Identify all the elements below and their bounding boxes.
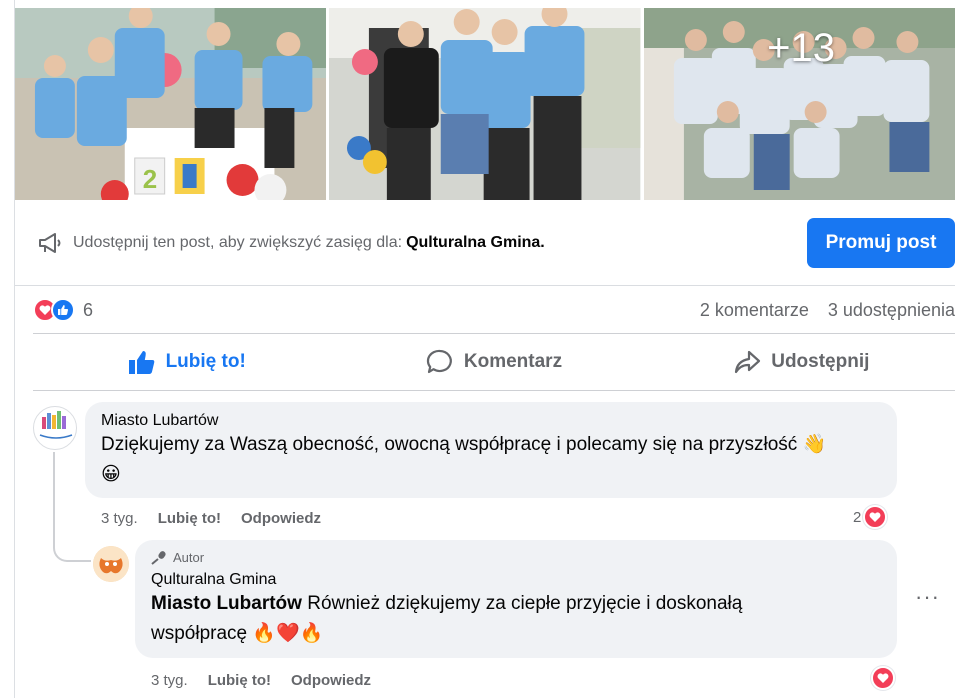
comment-reply-button[interactable]: Odpowiedz bbox=[291, 672, 371, 689]
post-photo-2[interactable] bbox=[329, 8, 641, 200]
megaphone-icon bbox=[39, 232, 61, 253]
svg-text:2: 2 bbox=[143, 164, 157, 194]
comment-text-line2: 😀 bbox=[101, 464, 121, 485]
share-label: Udostępnij bbox=[771, 351, 870, 372]
post-actions: Lubię to! Komentarz Udostępnij bbox=[33, 334, 955, 390]
like-label: Lubię to! bbox=[165, 351, 246, 372]
post-card: 2 +13 Udostępnij ten post, aby zwiększyć… bbox=[14, 0, 964, 698]
comment-meta: 3 tyg. Lubię to! Odpowiedz bbox=[101, 510, 321, 527]
promote-bar: Udostępnij ten post, aby zwiększyć zasię… bbox=[15, 200, 955, 286]
avatar-qulturalna-gmina[interactable] bbox=[93, 546, 129, 582]
comment-bubble: Miasto Lubartów Dziękujemy za Waszą obec… bbox=[85, 402, 897, 498]
reaction-stats: 6 2 komentarze 3 udostępnienia bbox=[33, 288, 955, 332]
promote-post-button[interactable]: Promuj post bbox=[807, 218, 955, 268]
more-options-button[interactable]: ··· bbox=[915, 584, 940, 610]
city-logo-icon bbox=[39, 411, 73, 439]
comment-text-line1: Również dziękujemy za ciepłe przyjęcie i… bbox=[301, 593, 743, 614]
comment-text: Miasto Lubartów Również dziękujemy za ci… bbox=[151, 589, 881, 649]
comment-text-line2: współpracę 🔥❤️🔥 bbox=[151, 623, 324, 644]
microphone-icon bbox=[151, 550, 166, 565]
comment-text: Dziękujemy za Waszą obecność, owocną wsp… bbox=[101, 430, 881, 490]
love-reaction-icon[interactable] bbox=[871, 666, 895, 690]
comments-count[interactable]: 2 komentarze bbox=[700, 300, 809, 320]
mention-link[interactable]: Miasto Lubartów bbox=[151, 593, 302, 614]
share-icon bbox=[735, 350, 761, 374]
shares-count[interactable]: 3 udostępnienia bbox=[828, 300, 955, 320]
avatar-miasto-lubartow[interactable] bbox=[33, 406, 77, 450]
comment-like-button[interactable]: Lubię to! bbox=[158, 510, 221, 527]
reaction-count[interactable]: 6 bbox=[83, 300, 93, 321]
comment-text-line1: Dziękujemy za Waszą obecność, owocną wsp… bbox=[101, 434, 827, 455]
comment-author[interactable]: Qulturalna Gmina bbox=[151, 571, 881, 589]
comment-meta: 3 tyg. Lubię to! Odpowiedz bbox=[151, 672, 371, 689]
share-button[interactable]: Udostępnij bbox=[648, 334, 955, 390]
thumbs-up-icon bbox=[128, 351, 154, 374]
comment-icon bbox=[426, 349, 452, 374]
promote-text: Udostępnij ten post, aby zwiększyć zasię… bbox=[73, 234, 545, 252]
more-photos-count[interactable]: +13 bbox=[767, 26, 835, 71]
author-badge: Autor bbox=[151, 550, 881, 565]
page-logo-icon bbox=[93, 546, 129, 582]
comment-reactions[interactable]: 2 bbox=[853, 505, 888, 529]
comment-reaction-count: 2 bbox=[853, 508, 862, 526]
post-photo-3[interactable]: +13 bbox=[643, 8, 955, 200]
comment-author[interactable]: Miasto Lubartów bbox=[101, 412, 881, 430]
like-button[interactable]: Lubię to! bbox=[33, 334, 340, 390]
promote-message: Udostępnij ten post, aby zwiększyć zasię… bbox=[73, 233, 403, 251]
comment-time[interactable]: 3 tyg. bbox=[101, 510, 138, 527]
comment-like-button[interactable]: Lubię to! bbox=[208, 672, 271, 689]
comment-reply-button[interactable]: Odpowiedz bbox=[241, 510, 321, 527]
comment-button[interactable]: Komentarz bbox=[340, 334, 647, 390]
comment-label: Komentarz bbox=[463, 351, 563, 372]
love-reaction-icon bbox=[863, 505, 888, 529]
comment-time[interactable]: 3 tyg. bbox=[151, 672, 188, 689]
reply-bubble: Autor Qulturalna Gmina Miasto Lubartów R… bbox=[135, 540, 897, 658]
promote-page-name: Qulturalna Gmina. bbox=[406, 233, 545, 251]
author-badge-label: Autor bbox=[173, 550, 205, 565]
divider bbox=[33, 390, 955, 391]
like-reaction-icon[interactable] bbox=[51, 298, 75, 322]
post-photo-1[interactable]: 2 bbox=[15, 8, 327, 200]
photo-grid: 2 +13 bbox=[15, 8, 955, 200]
